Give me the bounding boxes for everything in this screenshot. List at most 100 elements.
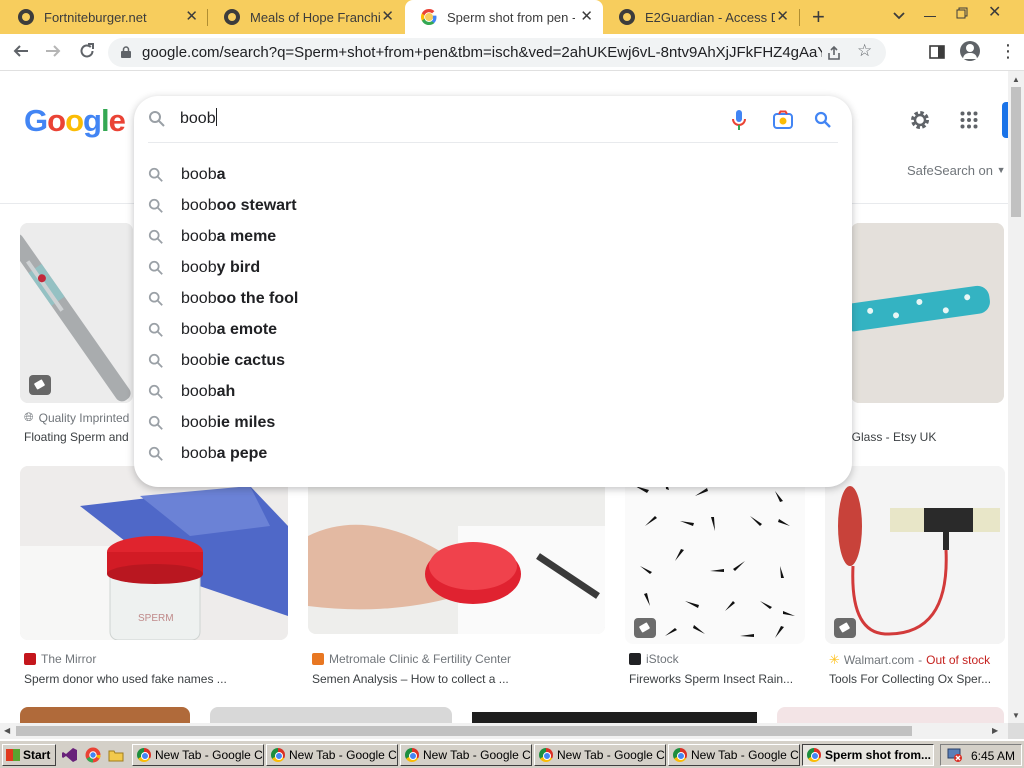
profile-avatar-icon[interactable] xyxy=(960,41,980,61)
minimize-icon[interactable] xyxy=(924,16,936,17)
search-icon xyxy=(148,198,163,213)
taskbar-window-button[interactable]: New Tab - Google C... xyxy=(132,744,264,766)
result-image-glass-tube[interactable] xyxy=(851,223,1004,403)
close-tab-icon[interactable]: ✕ xyxy=(381,9,394,25)
vertical-scroll-thumb[interactable] xyxy=(1011,87,1021,217)
tab-strip: Fortniteburger.net ✕ Meals of Hope Franc… xyxy=(0,0,1024,34)
search-icon xyxy=(148,384,163,399)
separator-dash: - xyxy=(918,653,923,667)
google-logo[interactable]: Google xyxy=(24,103,126,139)
suggestion-text: booby bird xyxy=(181,259,261,276)
share-icon[interactable] xyxy=(826,45,842,61)
suggestion-item[interactable]: boobah xyxy=(134,377,852,408)
taskbar-window-button[interactable]: New Tab - Google C... xyxy=(668,744,800,766)
network-alert-icon[interactable] xyxy=(947,748,963,763)
result-source[interactable]: 🌐︎ Quality Imprinted xyxy=(24,410,129,425)
settings-gear-icon[interactable] xyxy=(908,108,932,137)
forward-arrow-icon[interactable] xyxy=(42,42,64,64)
suggestion-item[interactable]: booby bird xyxy=(134,253,852,284)
result-image-mirror-cup[interactable]: SPERM xyxy=(20,466,288,640)
result-image-partial[interactable] xyxy=(20,707,190,723)
address-bar[interactable]: google.com/search?q=Sperm+shot+from+pen&… xyxy=(108,38,886,67)
safesearch-dropdown[interactable]: SafeSearch on ▼ xyxy=(907,163,1006,178)
chrome-menu-icon[interactable]: ⋮ xyxy=(999,42,1017,60)
suggestion-item[interactable]: booba emote xyxy=(134,315,852,346)
back-arrow-icon[interactable] xyxy=(10,42,32,64)
reload-icon[interactable] xyxy=(76,42,98,64)
side-panel-icon[interactable] xyxy=(929,44,945,60)
search-by-image-camera-icon[interactable] xyxy=(772,110,794,130)
scroll-up-arrow-icon[interactable]: ▲ xyxy=(1012,75,1020,84)
search-input[interactable]: boob xyxy=(180,108,720,128)
result-caption[interactable]: Semen Analysis – How to collect a ... xyxy=(312,672,509,686)
tab-meals-of-hope[interactable]: Meals of Hope Franchise ✕ xyxy=(208,0,404,34)
lock-icon[interactable] xyxy=(121,46,131,58)
bookmark-star-icon[interactable]: ☆ xyxy=(857,41,872,61)
result-caption[interactable]: Tools For Collecting Ox Sper... xyxy=(829,672,991,686)
suggestion-item[interactable]: booba pepe xyxy=(134,439,852,470)
taskbar-window-button[interactable]: New Tab - Google C... xyxy=(534,744,666,766)
suggestion-item[interactable]: boobie cactus xyxy=(134,346,852,377)
result-source[interactable]: ✳ Walmart.com - Out of stock xyxy=(829,652,990,668)
image-badge-icon xyxy=(634,618,656,638)
folder-icon[interactable] xyxy=(108,747,124,763)
chrome-quicklaunch-icon[interactable] xyxy=(85,747,101,763)
search-icon xyxy=(148,353,163,368)
result-caption[interactable]: Floating Sperm and xyxy=(24,430,134,444)
result-caption[interactable]: t Glass - Etsy UK xyxy=(845,430,936,444)
result-source[interactable]: The Mirror xyxy=(24,652,96,666)
tab-sperm-shot-active[interactable]: Sperm shot from pen - Go ✕ xyxy=(405,0,603,34)
result-source[interactable]: Metromale Clinic & Fertility Center xyxy=(312,652,511,666)
scroll-right-arrow-icon[interactable]: ▶ xyxy=(992,726,998,735)
new-tab-plus-icon[interactable]: + xyxy=(812,6,825,28)
metromale-favicon-icon xyxy=(312,653,324,665)
tab-e2guardian[interactable]: E2Guardian - Access Den ✕ xyxy=(603,0,799,34)
clock[interactable]: 6:45 AM xyxy=(971,749,1015,763)
search-icon xyxy=(148,291,163,306)
result-image-semen-analysis[interactable] xyxy=(308,466,605,634)
close-tab-icon[interactable]: ✕ xyxy=(580,9,593,25)
result-caption[interactable]: Fireworks Sperm Insect Rain... xyxy=(629,672,793,686)
suggestion-item[interactable]: booboo the fool xyxy=(134,284,852,315)
horizontal-scrollbar[interactable]: ◀ ▶ xyxy=(0,723,1008,739)
suggestion-item[interactable]: booba xyxy=(134,160,852,191)
horizontal-scroll-thumb[interactable] xyxy=(16,726,912,736)
scrollbar-corner xyxy=(1008,723,1024,739)
system-tray: 6:45 AM xyxy=(940,744,1022,766)
chrome-icon xyxy=(539,748,553,762)
visual-studio-icon[interactable] xyxy=(62,747,78,763)
result-source[interactable]: iStock xyxy=(629,652,679,666)
voice-search-mic-icon[interactable] xyxy=(731,109,747,131)
result-image-floating-pen[interactable] xyxy=(20,223,133,403)
result-image-partial[interactable] xyxy=(777,707,1004,723)
start-button[interactable]: Start xyxy=(2,744,56,766)
google-apps-grid-icon[interactable] xyxy=(960,111,978,134)
suggestion-item[interactable]: boobie miles xyxy=(134,408,852,439)
close-window-icon[interactable]: ✕ xyxy=(988,2,1001,22)
search-icon xyxy=(148,167,163,182)
close-tab-icon[interactable]: ✕ xyxy=(776,9,789,25)
source-name: Metromale Clinic & Fertility Center xyxy=(329,652,512,666)
suggestion-text: booba xyxy=(181,166,226,183)
suggestion-item[interactable]: booba meme xyxy=(134,222,852,253)
tab-fortniteburger[interactable]: Fortniteburger.net ✕ xyxy=(2,0,208,34)
result-image-fireworks-pattern[interactable] xyxy=(625,466,805,644)
scroll-left-arrow-icon[interactable]: ◀ xyxy=(4,726,10,735)
vertical-scrollbar[interactable]: ▲ ▼ xyxy=(1008,71,1024,725)
result-image-partial[interactable] xyxy=(472,712,757,723)
tab-search-chevron-icon[interactable] xyxy=(892,8,906,27)
close-tab-icon[interactable]: ✕ xyxy=(185,9,198,25)
taskbar-window-button[interactable]: New Tab - Google C... xyxy=(266,744,398,766)
result-caption[interactable]: Sperm donor who used fake names ... xyxy=(24,672,227,686)
restore-icon[interactable] xyxy=(956,6,968,24)
taskbar-window-button[interactable]: New Tab - Google C... xyxy=(400,744,532,766)
suggestion-text: booba emote xyxy=(181,321,278,338)
suggestion-text: booboo the fool xyxy=(181,290,299,307)
search-submit-icon[interactable] xyxy=(814,111,832,129)
result-image-collector-tool[interactable] xyxy=(825,466,1005,644)
result-image-partial[interactable] xyxy=(210,707,452,723)
scroll-down-arrow-icon[interactable]: ▼ xyxy=(1012,711,1020,720)
taskbar-window-button-active[interactable]: Sperm shot from... xyxy=(802,744,934,766)
suggestion-item[interactable]: booboo stewart xyxy=(134,191,852,222)
search-icon xyxy=(149,111,165,127)
